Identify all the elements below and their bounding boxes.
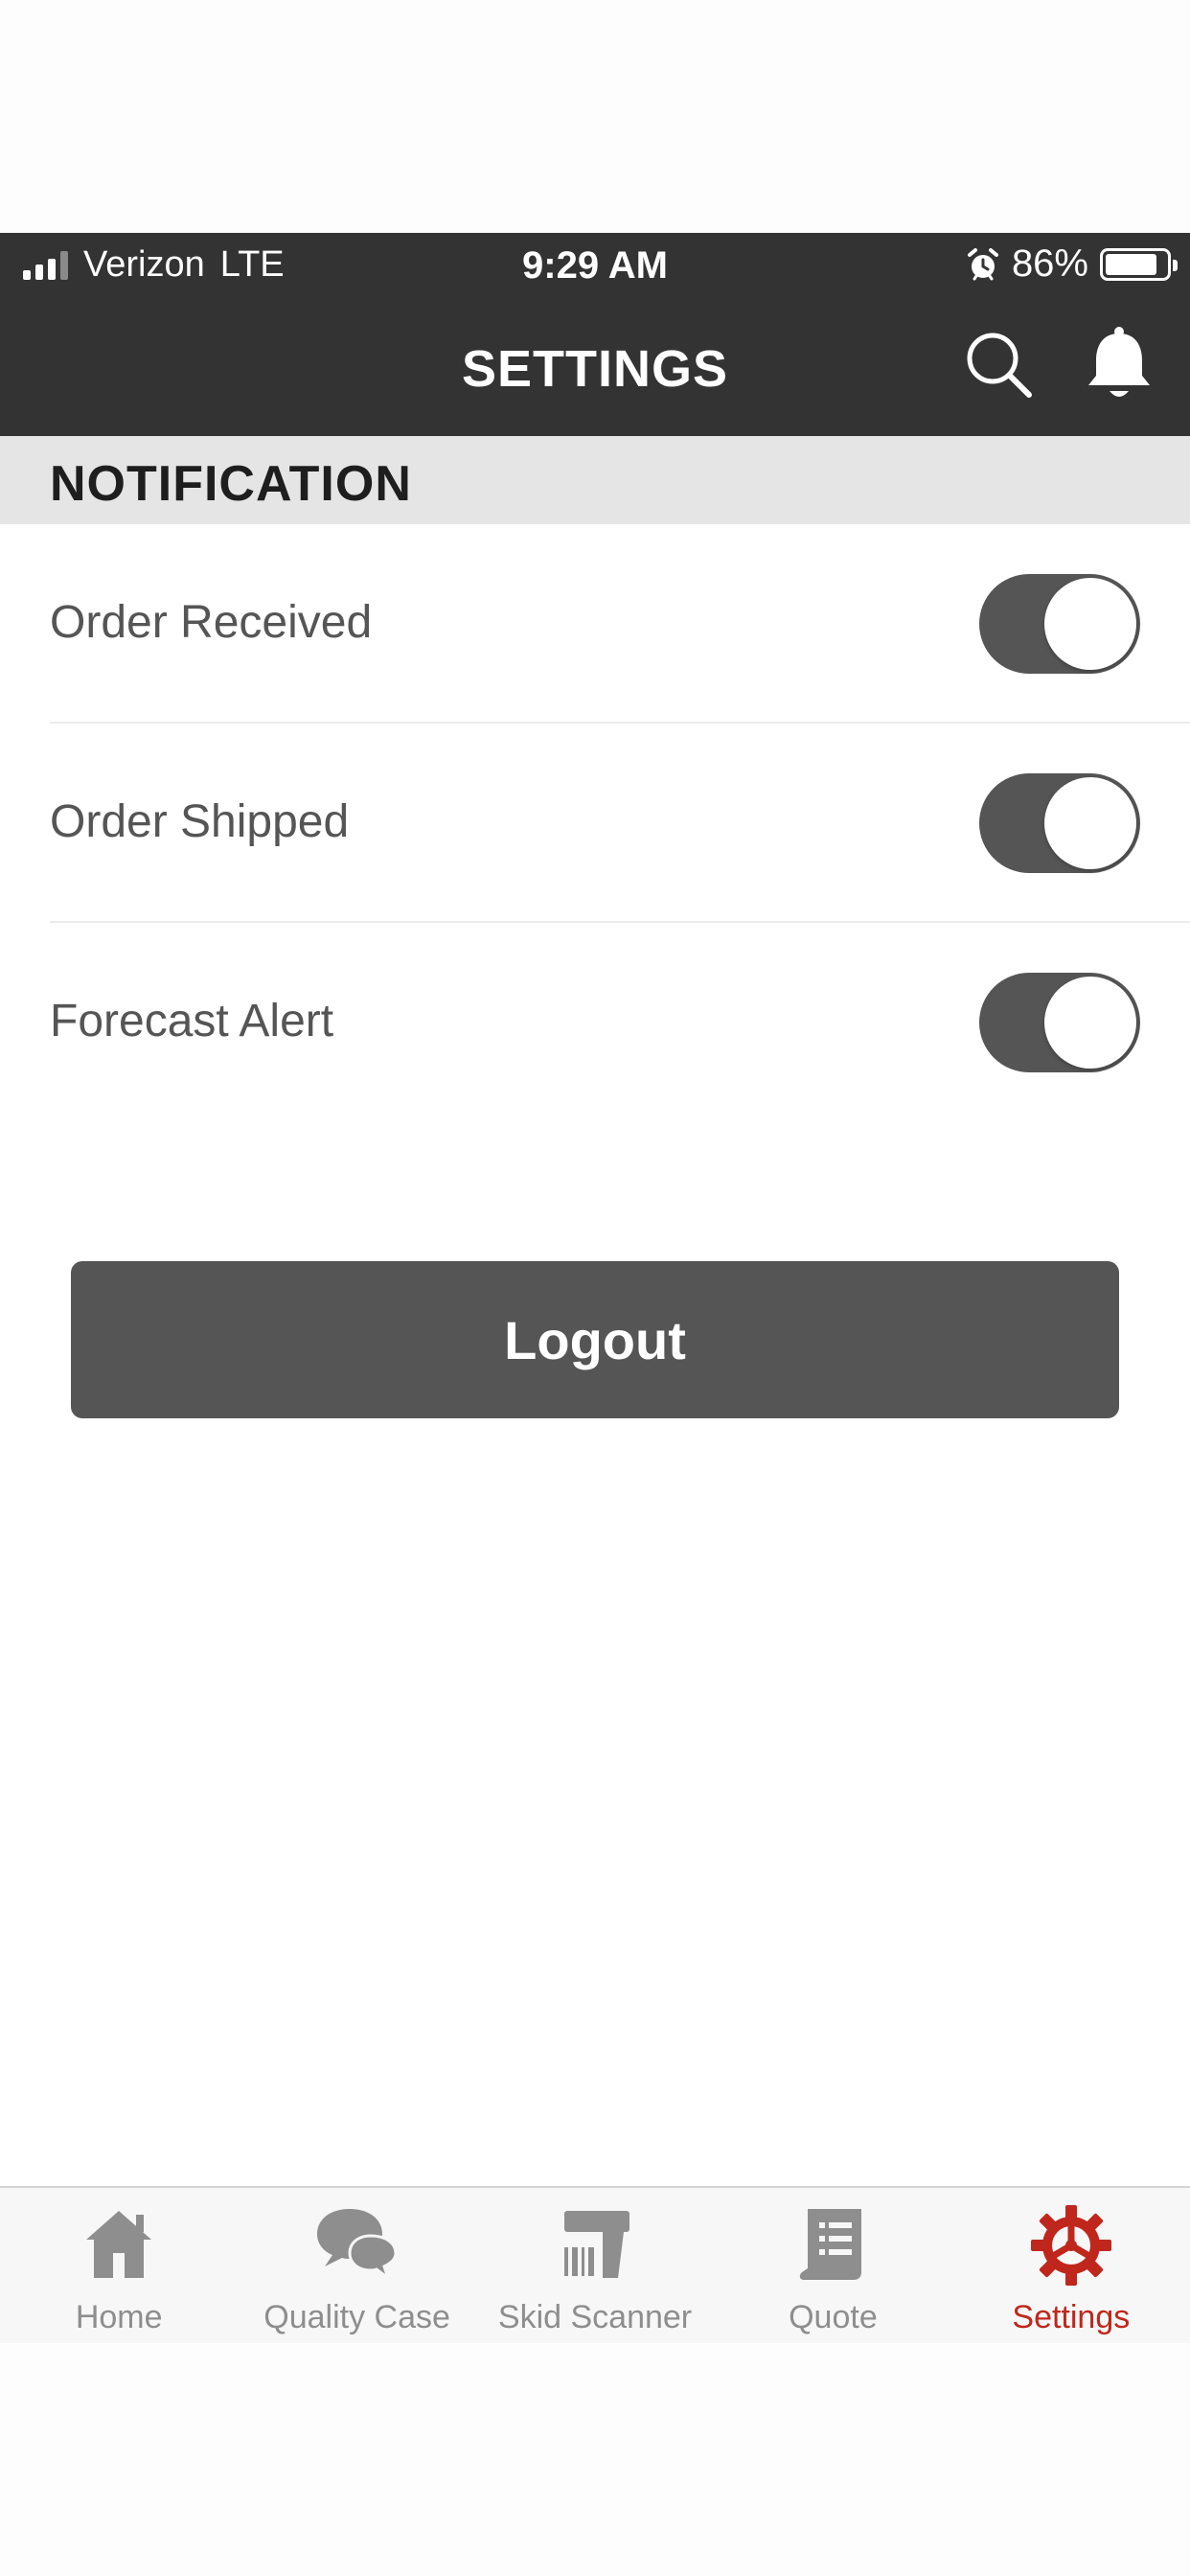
setting-label: Order Shipped [50,796,350,847]
setting-row-forecast-alert: Forecast Alert [0,923,1190,1122]
bell-icon [1088,327,1150,397]
battery-icon [1100,247,1178,281]
tab-label: Skid Scanner [497,2299,693,2335]
alarm-icon [967,247,998,280]
tab-quality-case[interactable]: Quality Case [238,2188,475,2343]
search-button[interactable] [960,326,1037,402]
setting-row-order-shipped: Order Shipped [0,724,1190,923]
notification-section-header: NOTIFICATION [0,436,1190,524]
tab-label: Home [75,2299,163,2335]
status-right: 86% [966,242,1178,286]
search-icon [967,333,1032,398]
chat-bubbles-icon [316,2209,398,2283]
tab-home[interactable]: Home [0,2188,238,2343]
document-icon [800,2209,862,2280]
home-icon [86,2211,152,2278]
tab-skid-scanner[interactable]: Skid Scanner [476,2188,714,2343]
setting-label: Order Received [50,597,373,648]
gear-icon [1030,2205,1111,2286]
tab-bar: Home Quality Case Skid Scanner Quote Set… [0,2186,1190,2343]
tab-settings[interactable]: Settings [952,2188,1190,2343]
logout-button[interactable]: Logout [71,1261,1119,1418]
nav-header: SETTINGS [0,297,1190,436]
tab-quote[interactable]: Quote [714,2188,951,2343]
notifications-button[interactable] [1081,324,1157,404]
setting-row-order-received: Order Received [0,524,1190,724]
section-title: NOTIFICATION [50,456,412,512]
tab-label: Quality Case [263,2299,450,2335]
status-bar: Verizon LTE 9:29 AM 86% [0,233,1190,297]
order-shipped-toggle[interactable] [979,773,1140,873]
battery-percent: 86% [1011,242,1088,285]
tab-label: Quote [789,2299,878,2335]
battery-fill [1106,253,1157,275]
forecast-alert-toggle[interactable] [979,973,1140,1072]
barcode-scanner-icon [564,2211,630,2278]
tab-label: Settings [1012,2299,1131,2335]
settings-screen: Verizon LTE 9:29 AM 86% SETTINGS NOTIFIC… [0,233,1190,2343]
setting-label: Forecast Alert [50,996,334,1046]
order-received-toggle[interactable] [979,574,1140,674]
